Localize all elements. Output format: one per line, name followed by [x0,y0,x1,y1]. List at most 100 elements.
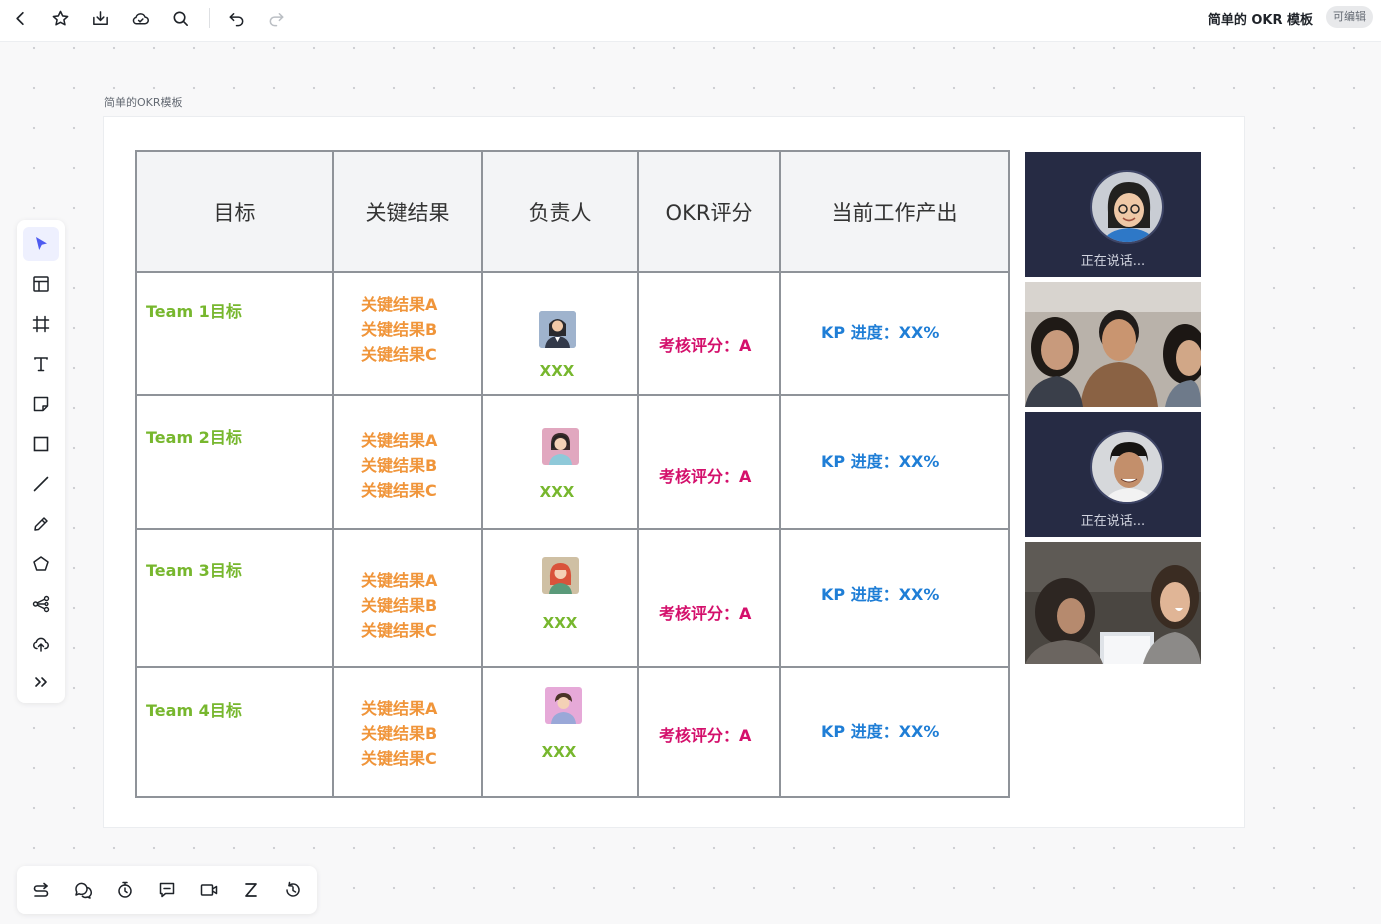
progress-text: KP 进度：XX% [821,323,940,342]
key-results-cell[interactable]: 关键结果A 关键结果B 关键结果C [332,666,483,798]
doc-title[interactable]: 简单的 OKR 模板 [1208,9,1313,28]
download-icon[interactable] [85,5,115,31]
sleep-icon[interactable] [236,875,266,905]
template-icon[interactable] [23,267,59,301]
left-toolbar [17,220,65,703]
search-icon[interactable] [165,5,195,31]
goal-text: Team 1目标 [146,302,242,321]
back-icon[interactable] [5,5,35,31]
progress-text: KP 进度：XX% [821,722,940,741]
permission-badge[interactable]: 可编辑 [1326,6,1373,28]
score-cell[interactable]: 考核评分：A [637,528,781,668]
goal-text: Team 4目标 [146,701,242,720]
video-panel-photo[interactable] [1025,282,1201,407]
owner-cell[interactable]: XXX [481,271,639,396]
header-current-output[interactable]: 当前工作产出 [779,150,1010,273]
owner-name: XXX [539,483,575,501]
score-text: 考核评分：A [659,604,752,623]
goal-cell[interactable]: Team 1目标 [135,271,334,396]
more-icon[interactable] [23,665,59,699]
progress-cell[interactable]: KP 进度：XX% [779,666,1010,798]
speaker-avatar [1090,170,1164,244]
key-result-item: 关键结果C [361,621,437,640]
select-cursor-icon[interactable] [23,227,59,261]
owner-cell[interactable]: XXX [481,394,639,530]
meeting-photo [1025,542,1201,664]
video-panel-speaking[interactable]: 正在说话... [1025,412,1201,537]
score-cell[interactable]: 考核评分：A [637,271,781,396]
owner-block: XXX [483,530,637,664]
owner-avatar [545,687,582,724]
progress-cell[interactable]: KP 进度：XX% [779,271,1010,396]
speaking-status: 正在说话... [1080,514,1146,529]
polygon-icon[interactable] [23,547,59,581]
goal-cell[interactable]: Team 4目标 [135,666,334,798]
owner-cell[interactable]: XXX [481,666,639,798]
key-results-list: 关键结果A 关键结果B 关键结果C [334,530,481,643]
score-text: 考核评分：A [659,467,752,486]
owner-block: XXX [483,668,637,794]
top-toolbar: 简单的 OKR 模板 可编辑 [0,0,1381,42]
chat-icon[interactable] [152,875,182,905]
goal-text: Team 2目标 [146,428,242,447]
key-result-item: 关键结果A [361,699,438,718]
upload-icon[interactable] [23,627,59,661]
key-results-cell[interactable]: 关键结果A 关键结果B 关键结果C [332,394,483,530]
rectangle-icon[interactable] [23,427,59,461]
frame-label[interactable]: 简单的OKR模板 [104,94,183,110]
video-icon[interactable] [194,875,224,905]
table-row: Team 4目标 关键结果A 关键结果B 关键结果C XXX 考核评分：A KP… [135,666,1010,798]
group-photo [1025,282,1201,407]
score-cell[interactable]: 考核评分：A [637,666,781,798]
progress-cell[interactable]: KP 进度：XX% [779,394,1010,530]
table-row: Team 2目标 关键结果A 关键结果B 关键结果C XXX 考核评分：A KP… [135,394,1010,530]
key-results-list: 关键结果A 关键结果B 关键结果C [334,396,481,503]
score-cell[interactable]: 考核评分：A [637,394,781,530]
progress-text: KP 进度：XX% [821,585,940,604]
owner-avatar [542,428,579,465]
speaking-status: 正在说话... [1080,254,1146,269]
line-icon[interactable] [23,467,59,501]
history-icon[interactable] [278,875,308,905]
owner-block: XXX [483,273,637,392]
key-result-item: 关键结果B [361,724,438,743]
speaker-avatar [1090,430,1164,504]
table-row: Team 3目标 关键结果A 关键结果B 关键结果C XXX 考核评分：A KP… [135,528,1010,668]
video-panel-photo[interactable] [1025,542,1201,664]
key-result-item: 关键结果A [361,431,438,450]
goal-cell[interactable]: Team 2目标 [135,394,334,530]
header-okr-score[interactable]: OKR评分 [637,150,781,273]
timer-icon[interactable] [110,875,140,905]
progress-cell[interactable]: KP 进度：XX% [779,528,1010,668]
switch-icon[interactable] [26,875,56,905]
pen-icon[interactable] [23,507,59,541]
key-results-cell[interactable]: 关键结果A 关键结果B 关键结果C [332,271,483,396]
key-result-item: 关键结果A [361,295,438,314]
mindmap-icon[interactable] [23,587,59,621]
text-icon[interactable] [23,347,59,381]
goal-cell[interactable]: Team 3目标 [135,528,334,668]
redo-icon[interactable] [261,5,291,31]
owner-cell[interactable]: XXX [481,528,639,668]
owner-name: XXX [542,614,578,632]
table-row: Team 1目标 关键结果A 关键结果B 关键结果C XXX 考核评分：A KP… [135,271,1010,396]
owner-name: XXX [539,362,575,380]
key-result-item: 关键结果C [361,345,437,364]
star-icon[interactable] [45,5,75,31]
goal-text: Team 3目标 [146,561,242,580]
owner-block: XXX [483,396,637,526]
sticky-note-icon[interactable] [23,387,59,421]
owner-avatar [542,557,579,594]
undo-icon[interactable] [221,5,251,31]
table-header-row: 目标 关键结果 负责人 OKR评分 当前工作产出 [135,150,1010,273]
header-goal[interactable]: 目标 [135,150,334,273]
video-panel-speaking[interactable]: 正在说话... [1025,152,1201,277]
cloud-icon[interactable] [125,5,155,31]
key-results-cell[interactable]: 关键结果A 关键结果B 关键结果C [332,528,483,668]
key-results-list: 关键结果A 关键结果B 关键结果C [334,668,481,771]
header-owner[interactable]: 负责人 [481,150,639,273]
frame-icon[interactable] [23,307,59,341]
okr-table[interactable]: 目标 关键结果 负责人 OKR评分 当前工作产出 Team 1目标 关键结果A … [135,150,1010,798]
header-key-results[interactable]: 关键结果 [332,150,483,273]
comment-icon[interactable] [68,875,98,905]
